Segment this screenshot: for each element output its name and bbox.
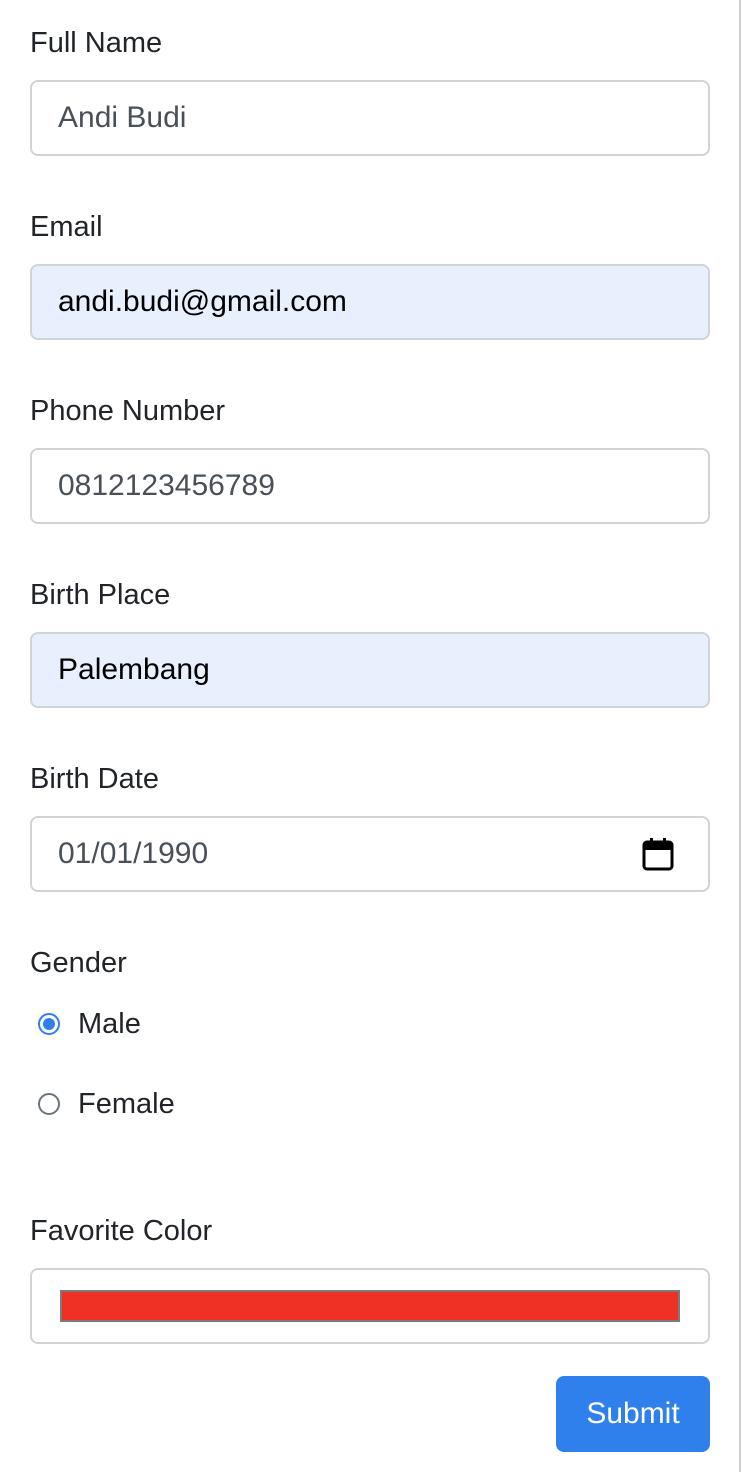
birth-date-input[interactable]: 01/01/1990 — [30, 816, 710, 892]
full-name-input[interactable]: Andi Budi — [30, 80, 710, 156]
gender-label: Gender — [30, 947, 127, 979]
female-radio[interactable] — [38, 1093, 60, 1115]
phone-label: Phone Number — [30, 395, 226, 427]
submit-button[interactable]: Submit — [556, 1376, 710, 1452]
gender-option-male[interactable]: Male — [30, 1004, 141, 1044]
favorite-color-label: Favorite Color — [30, 1215, 213, 1247]
full-name-label: Full Name — [30, 27, 163, 59]
birth-place-value: Palembang — [58, 653, 210, 686]
color-swatch[interactable] — [60, 1290, 680, 1322]
female-radio-label[interactable]: Female — [78, 1088, 175, 1121]
birth-date-value: 01/01/1990 — [58, 837, 209, 870]
email-input[interactable]: andi.budi@gmail.com — [30, 264, 710, 340]
phone-value: 0812123456789 — [58, 469, 275, 502]
birth-place-label: Birth Place — [30, 579, 171, 611]
male-radio[interactable] — [38, 1013, 60, 1035]
male-radio-label[interactable]: Male — [78, 1008, 141, 1041]
calendar-icon[interactable] — [642, 837, 674, 871]
phone-input[interactable]: 0812123456789 — [30, 448, 710, 524]
favorite-color-input[interactable] — [30, 1268, 710, 1344]
birth-date-label: Birth Date — [30, 763, 159, 795]
email-label: Email — [30, 211, 103, 243]
birth-place-input[interactable]: Palembang — [30, 632, 710, 708]
full-name-value: Andi Budi — [58, 101, 187, 134]
email-value: andi.budi@gmail.com — [58, 285, 347, 318]
window-edge — [739, 0, 741, 1472]
gender-option-female[interactable]: Female — [30, 1084, 175, 1124]
